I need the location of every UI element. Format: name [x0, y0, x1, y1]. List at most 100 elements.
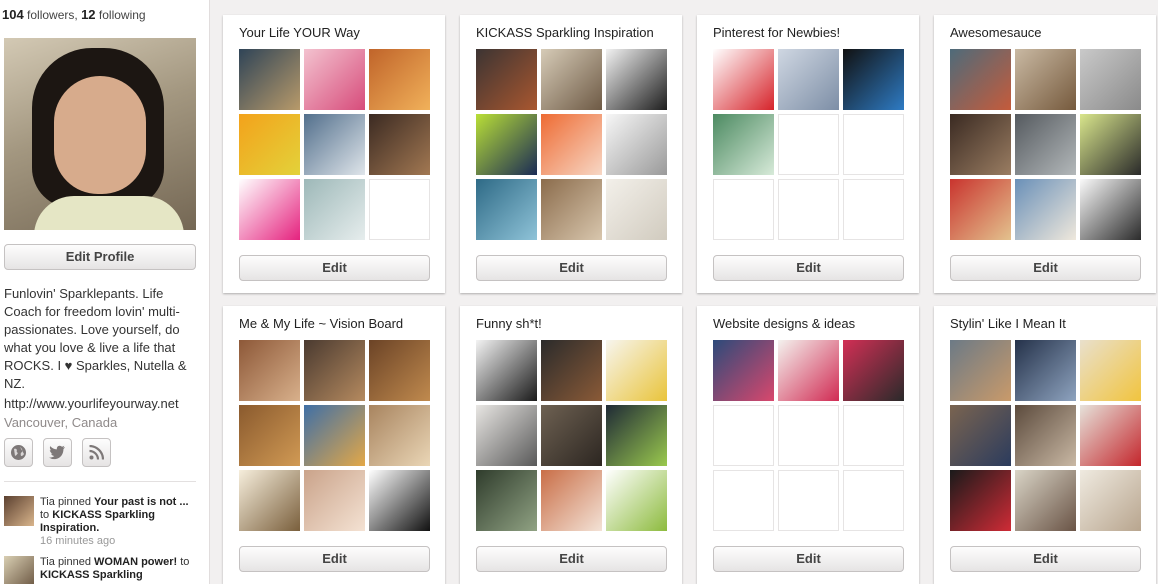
activity-item[interactable]: Tia pinned WOMAN power! to KICKASS Spark…: [4, 556, 195, 584]
board-title[interactable]: Stylin' Like I Mean It: [950, 316, 1066, 331]
pin-thumbnail[interactable]: [541, 49, 602, 110]
pin-thumbnail[interactable]: [778, 340, 839, 401]
followers-label[interactable]: followers,: [27, 8, 78, 22]
pin-thumbnail[interactable]: [476, 405, 537, 466]
pin-thumbnail[interactable]: [304, 340, 365, 401]
pin-thumbnail[interactable]: [476, 49, 537, 110]
pin-thumbnail[interactable]: [476, 114, 537, 175]
rss-icon[interactable]: [82, 438, 111, 467]
pin-thumbnail[interactable]: [843, 340, 904, 401]
pin-thumbnail[interactable]: [239, 114, 300, 175]
pin-thumbnail[interactable]: [239, 179, 300, 240]
globe-icon[interactable]: [4, 438, 33, 467]
edit-board-button[interactable]: Edit: [950, 546, 1141, 572]
activity-board-link[interactable]: KICKASS Sparkling: [40, 569, 143, 581]
pin-thumbnail[interactable]: [606, 114, 667, 175]
board-title[interactable]: Pinterest for Newbies!: [713, 25, 840, 40]
board-card[interactable]: Awesomesauce Edit: [934, 15, 1156, 293]
pin-thumbnail[interactable]: [950, 179, 1011, 240]
pin-thumbnail[interactable]: [950, 114, 1011, 175]
board-card[interactable]: Me & My Life ~ Vision Board Edit: [223, 306, 445, 584]
pin-thumbnail[interactable]: [369, 49, 430, 110]
activity-pin-link[interactable]: WOMAN power!: [94, 556, 177, 568]
board-card[interactable]: Your Life YOUR Way Edit: [223, 15, 445, 293]
pin-thumbnail[interactable]: [476, 179, 537, 240]
edit-board-button[interactable]: Edit: [713, 546, 904, 572]
pin-thumbnail[interactable]: [541, 114, 602, 175]
pin-thumbnail[interactable]: [1015, 405, 1076, 466]
pin-thumbnail[interactable]: [1080, 405, 1141, 466]
following-label[interactable]: following: [99, 8, 146, 22]
pin-thumbnail[interactable]: [606, 340, 667, 401]
pin-thumbnail[interactable]: [369, 470, 430, 531]
pin-thumbnail[interactable]: [606, 405, 667, 466]
pin-thumbnail[interactable]: [239, 405, 300, 466]
pin-thumbnail[interactable]: [304, 114, 365, 175]
pin-thumbnail[interactable]: [369, 114, 430, 175]
edit-board-button[interactable]: Edit: [950, 255, 1141, 281]
twitter-icon[interactable]: [43, 438, 72, 467]
edit-board-button[interactable]: Edit: [476, 255, 667, 281]
activity-board-link[interactable]: KICKASS Sparkling Inspiration.: [40, 509, 155, 534]
pin-thumbnail[interactable]: [950, 49, 1011, 110]
pin-thumbnail[interactable]: [304, 179, 365, 240]
pin-thumbnail[interactable]: [1080, 49, 1141, 110]
pin-thumbnail[interactable]: [1015, 179, 1076, 240]
pin-thumbnail[interactable]: [1080, 114, 1141, 175]
edit-board-button[interactable]: Edit: [713, 255, 904, 281]
activity-pin-link[interactable]: Your past is not ...: [94, 496, 189, 508]
pin-thumbnail[interactable]: [1015, 470, 1076, 531]
board-title[interactable]: Funny sh*t!: [476, 316, 542, 331]
pin-thumbnail[interactable]: [304, 405, 365, 466]
pin-thumbnail[interactable]: [713, 49, 774, 110]
board-card[interactable]: Pinterest for Newbies! Edit: [697, 15, 919, 293]
pin-thumbnail[interactable]: [713, 114, 774, 175]
board-card[interactable]: KICKASS Sparkling Inspiration Edit: [460, 15, 682, 293]
pin-thumbnail[interactable]: [541, 405, 602, 466]
board-title[interactable]: Me & My Life ~ Vision Board: [239, 316, 403, 331]
board-card[interactable]: Funny sh*t! Edit: [460, 306, 682, 584]
pin-thumbnail[interactable]: [1080, 179, 1141, 240]
pin-thumbnail[interactable]: [239, 49, 300, 110]
edit-board-button[interactable]: Edit: [239, 546, 430, 572]
board-title[interactable]: Awesomesauce: [950, 25, 1042, 40]
activity-item[interactable]: Tia pinned Your past is not ... to KICKA…: [4, 496, 195, 548]
pin-thumbnail[interactable]: [304, 470, 365, 531]
pin-thumbnail[interactable]: [778, 49, 839, 110]
followers-count[interactable]: 104: [2, 7, 24, 22]
pin-thumbnail[interactable]: [541, 340, 602, 401]
pin-thumbnail[interactable]: [606, 49, 667, 110]
edit-board-button[interactable]: Edit: [239, 255, 430, 281]
board-title[interactable]: KICKASS Sparkling Inspiration: [476, 25, 654, 40]
pin-thumbnail[interactable]: [1015, 340, 1076, 401]
pin-thumbnail[interactable]: [304, 49, 365, 110]
board-title[interactable]: Website designs & ideas: [713, 316, 855, 331]
pin-thumbnail[interactable]: [239, 340, 300, 401]
pin-thumbnail[interactable]: [713, 340, 774, 401]
pin-thumbnail[interactable]: [1080, 340, 1141, 401]
pin-thumbnail[interactable]: [843, 49, 904, 110]
following-count[interactable]: 12: [81, 7, 95, 22]
activity-thumbnail[interactable]: [4, 556, 34, 584]
pin-thumbnail[interactable]: [1015, 49, 1076, 110]
pin-thumbnail[interactable]: [239, 470, 300, 531]
activity-thumbnail[interactable]: [4, 496, 34, 526]
pin-thumbnail[interactable]: [369, 340, 430, 401]
edit-board-button[interactable]: Edit: [476, 546, 667, 572]
pin-thumbnail[interactable]: [606, 179, 667, 240]
pin-thumbnail[interactable]: [1015, 114, 1076, 175]
pin-thumbnail[interactable]: [950, 340, 1011, 401]
pin-thumbnail[interactable]: [476, 470, 537, 531]
pin-thumbnail[interactable]: [541, 179, 602, 240]
profile-website-link[interactable]: http://www.yourlifeyourway.net: [4, 395, 195, 413]
pin-thumbnail[interactable]: [950, 405, 1011, 466]
board-title[interactable]: Your Life YOUR Way: [239, 25, 360, 40]
pin-thumbnail[interactable]: [369, 405, 430, 466]
pin-thumbnail[interactable]: [606, 470, 667, 531]
board-card[interactable]: Website designs & ideas Edit: [697, 306, 919, 584]
pin-thumbnail[interactable]: [950, 470, 1011, 531]
pin-thumbnail[interactable]: [476, 340, 537, 401]
pin-thumbnail[interactable]: [541, 470, 602, 531]
board-card[interactable]: Stylin' Like I Mean It Edit: [934, 306, 1156, 584]
pin-thumbnail[interactable]: [1080, 470, 1141, 531]
